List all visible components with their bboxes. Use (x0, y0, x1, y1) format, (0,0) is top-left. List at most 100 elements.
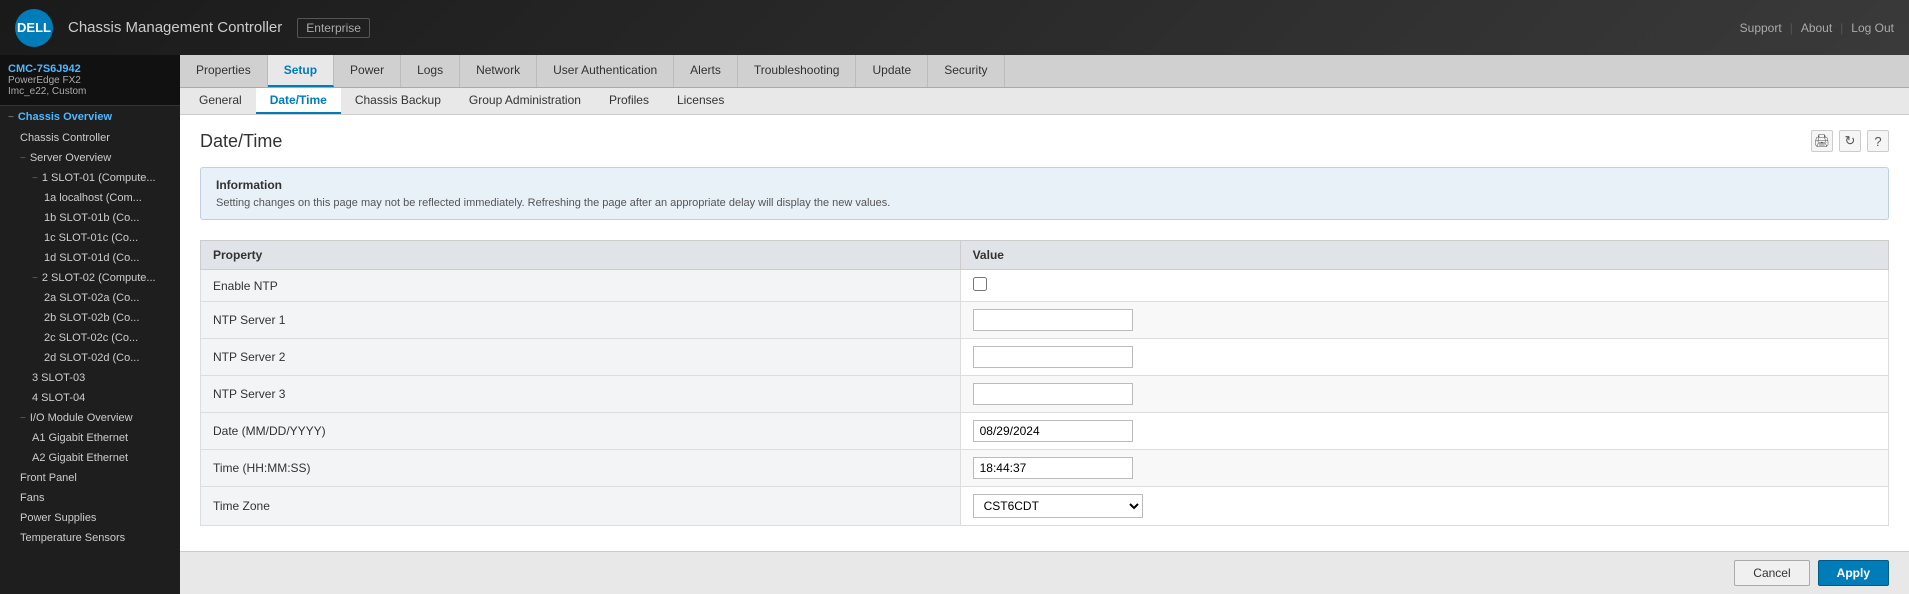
primary-tab-bar: Properties Setup Power Logs Network User… (180, 55, 1909, 88)
sidebar-label: 1 SLOT-01 (Compute... (42, 172, 156, 184)
tab-update[interactable]: Update (856, 55, 928, 87)
tab-datetime[interactable]: Date/Time (256, 88, 341, 114)
table-row: Date (MM/DD/YYYY) (201, 413, 1889, 450)
sidebar-label: 2b SLOT-02b (Co... (44, 312, 139, 324)
tab-user-authentication[interactable]: User Authentication (537, 55, 674, 87)
tab-properties[interactable]: Properties (180, 55, 268, 87)
tab-security[interactable]: Security (928, 55, 1004, 87)
sidebar-item-slot02[interactable]: − 2 SLOT-02 (Compute... (0, 268, 180, 288)
property-timezone: Time Zone (201, 487, 961, 526)
sidebar-item-a1[interactable]: A1 Gigabit Ethernet (0, 428, 180, 448)
sidebar-item-chassis-controller[interactable]: Chassis Controller (0, 128, 180, 148)
value-time (960, 450, 1888, 487)
sidebar-item-slot03[interactable]: 3 SLOT-03 (0, 368, 180, 388)
tab-network[interactable]: Network (460, 55, 537, 87)
table-row: NTP Server 3 (201, 376, 1889, 413)
sidebar-label: Front Panel (20, 472, 77, 484)
tab-setup[interactable]: Setup (268, 55, 334, 87)
value-date (960, 413, 1888, 450)
sidebar-label: 3 SLOT-03 (32, 372, 85, 384)
header: DELL Chassis Management Controller Enter… (0, 0, 1909, 55)
tab-profiles[interactable]: Profiles (595, 88, 663, 114)
sidebar-label: A1 Gigabit Ethernet (32, 432, 128, 444)
sidebar-item-1a[interactable]: 1a localhost (Com... (0, 188, 180, 208)
timezone-select[interactable]: CST6CDT UTC EST5EDT PST8PDT MST7MDT (973, 494, 1143, 518)
tab-power[interactable]: Power (334, 55, 401, 87)
tab-chassis-backup[interactable]: Chassis Backup (341, 88, 455, 114)
property-time: Time (HH:MM:SS) (201, 450, 961, 487)
about-link[interactable]: About (1801, 21, 1832, 35)
page-content: Date/Time 🖨 ↻ ? Information Setting chan… (180, 115, 1909, 551)
sidebar-item-a2[interactable]: A2 Gigabit Ethernet (0, 448, 180, 468)
value-ntp1 (960, 302, 1888, 339)
sidebar-item-server-overview[interactable]: − Server Overview (0, 148, 180, 168)
support-link[interactable]: Support (1740, 21, 1782, 35)
time-input[interactable] (973, 457, 1133, 479)
property-ntp2: NTP Server 2 (201, 339, 961, 376)
app-title: Chassis Management Controller (68, 19, 282, 36)
sidebar-item-io-overview[interactable]: − I/O Module Overview (0, 408, 180, 428)
header-nav: Support | About | Log Out (1740, 21, 1894, 35)
sidebar-item-temp-sensors[interactable]: Temperature Sensors (0, 528, 180, 548)
page-title-bar: Date/Time 🖨 ↻ ? (200, 130, 1889, 152)
sidebar-item-1b[interactable]: 1b SLOT-01b (Co... (0, 208, 180, 228)
refresh-button[interactable]: ↻ (1839, 130, 1861, 152)
sidebar-item-slot04[interactable]: 4 SLOT-04 (0, 388, 180, 408)
sidebar-item-1d[interactable]: 1d SLOT-01d (Co... (0, 248, 180, 268)
sidebar-label: 2a SLOT-02a (Co... (44, 292, 139, 304)
tab-group-admin[interactable]: Group Administration (455, 88, 595, 114)
nav-divider-1: | (1790, 21, 1793, 35)
sidebar-label: 4 SLOT-04 (32, 392, 85, 404)
sidebar-item-power-supplies[interactable]: Power Supplies (0, 508, 180, 528)
sidebar-item-2a[interactable]: 2a SLOT-02a (Co... (0, 288, 180, 308)
cancel-button[interactable]: Cancel (1734, 560, 1809, 586)
sidebar-header: CMC-7S6J942 PowerEdge FX2 Imc_e22, Custo… (0, 55, 180, 106)
col-property-header: Property (201, 241, 961, 270)
apply-button[interactable]: Apply (1818, 560, 1889, 586)
sidebar-item-front-panel[interactable]: Front Panel (0, 468, 180, 488)
collapse-icon: − (32, 273, 38, 284)
ntp-server-3-input[interactable] (973, 383, 1133, 405)
sidebar-item-2b[interactable]: 2b SLOT-02b (Co... (0, 308, 180, 328)
property-ntp3: NTP Server 3 (201, 376, 961, 413)
enterprise-badge: Enterprise (297, 18, 370, 38)
sidebar-item-chassis-overview[interactable]: − Chassis Overview (0, 106, 180, 128)
ntp-server-2-input[interactable] (973, 346, 1133, 368)
sidebar-item-1c[interactable]: 1c SLOT-01c (Co... (0, 228, 180, 248)
sidebar-label: 1d SLOT-01d (Co... (44, 252, 139, 264)
ntp-server-1-input[interactable] (973, 309, 1133, 331)
sidebar-item-slot01[interactable]: − 1 SLOT-01 (Compute... (0, 168, 180, 188)
sidebar-item-2d[interactable]: 2d SLOT-02d (Co... (0, 348, 180, 368)
cmc-model: PowerEdge FX2 (8, 75, 172, 86)
table-row: Enable NTP (201, 270, 1889, 302)
sidebar-item-2c[interactable]: 2c SLOT-02c (Co... (0, 328, 180, 348)
cmc-custom: Imc_e22, Custom (8, 86, 172, 97)
tab-general[interactable]: General (185, 88, 256, 114)
print-button[interactable]: 🖨 (1811, 130, 1833, 152)
datetime-form-table: Property Value Enable NTP NTP Server 1 (200, 240, 1889, 526)
sidebar: CMC-7S6J942 PowerEdge FX2 Imc_e22, Custo… (0, 55, 180, 594)
tab-troubleshooting[interactable]: Troubleshooting (738, 55, 857, 87)
enable-ntp-checkbox[interactable] (973, 277, 987, 291)
col-value-header: Value (960, 241, 1888, 270)
table-row: Time Zone CST6CDT UTC EST5EDT PST8PDT MS… (201, 487, 1889, 526)
tab-alerts[interactable]: Alerts (674, 55, 738, 87)
logout-link[interactable]: Log Out (1851, 21, 1894, 35)
info-box-title: Information (216, 178, 1873, 192)
main-layout: CMC-7S6J942 PowerEdge FX2 Imc_e22, Custo… (0, 55, 1909, 594)
collapse-icon: − (32, 173, 38, 184)
property-enable-ntp: Enable NTP (201, 270, 961, 302)
sidebar-label: 2c SLOT-02c (Co... (44, 332, 138, 344)
collapse-icon: − (20, 413, 26, 424)
sidebar-label: Power Supplies (20, 512, 96, 524)
help-button[interactable]: ? (1867, 130, 1889, 152)
sidebar-label: 1a localhost (Com... (44, 192, 142, 204)
tab-licenses[interactable]: Licenses (663, 88, 738, 114)
date-input[interactable] (973, 420, 1133, 442)
collapse-icon: − (20, 153, 26, 164)
header-left: DELL Chassis Management Controller Enter… (15, 9, 370, 47)
value-ntp3 (960, 376, 1888, 413)
sidebar-item-fans[interactable]: Fans (0, 488, 180, 508)
property-date: Date (MM/DD/YYYY) (201, 413, 961, 450)
tab-logs[interactable]: Logs (401, 55, 460, 87)
